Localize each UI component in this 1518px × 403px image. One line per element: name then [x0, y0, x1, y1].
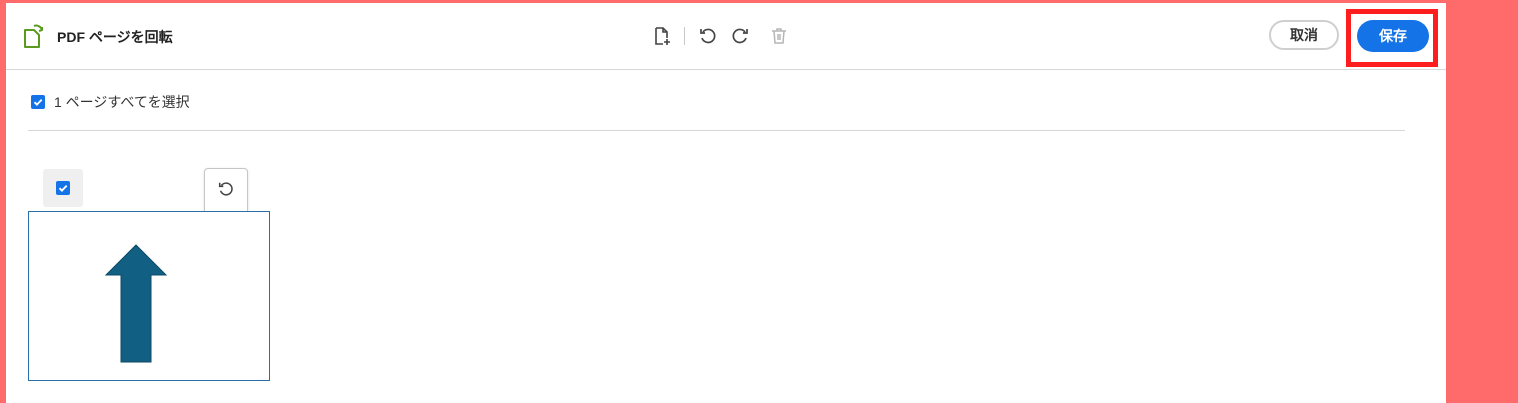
select-all-checkbox[interactable]: 1 ページすべてを選択	[31, 92, 190, 112]
cancel-button[interactable]: 取消	[1269, 20, 1339, 50]
rotate-pages-panel: PDF ページを回転 取消 保存 1 ページすべてを選択	[6, 3, 1446, 403]
checkbox-checked-icon	[31, 95, 45, 109]
checkbox-checked-icon	[56, 181, 70, 195]
delete-button[interactable]	[767, 24, 791, 48]
page-title: PDF ページを回転	[57, 29, 173, 45]
save-button[interactable]: 保存	[1357, 20, 1429, 52]
select-all-label: 1 ページすべてを選択	[54, 94, 190, 110]
toolbar-separator	[684, 27, 685, 45]
rotate-ccw-icon	[218, 182, 233, 196]
rotate-left-button[interactable]	[696, 24, 720, 48]
page-thumbnail[interactable]	[28, 211, 270, 381]
page-rotate-left-button[interactable]	[214, 177, 238, 201]
header: PDF ページを回転 取消 保存	[6, 3, 1446, 70]
up-arrow-image	[105, 244, 167, 363]
rotate-cw-icon	[732, 28, 748, 44]
insert-page-button[interactable]	[650, 24, 674, 48]
trash-icon	[772, 28, 786, 44]
divider	[28, 130, 1405, 131]
rotate-page-icon	[22, 24, 46, 50]
rotate-ccw-icon	[700, 28, 716, 44]
file-plus-icon	[655, 27, 670, 45]
rotate-right-button[interactable]	[728, 24, 752, 48]
page-checkbox[interactable]	[43, 169, 83, 207]
